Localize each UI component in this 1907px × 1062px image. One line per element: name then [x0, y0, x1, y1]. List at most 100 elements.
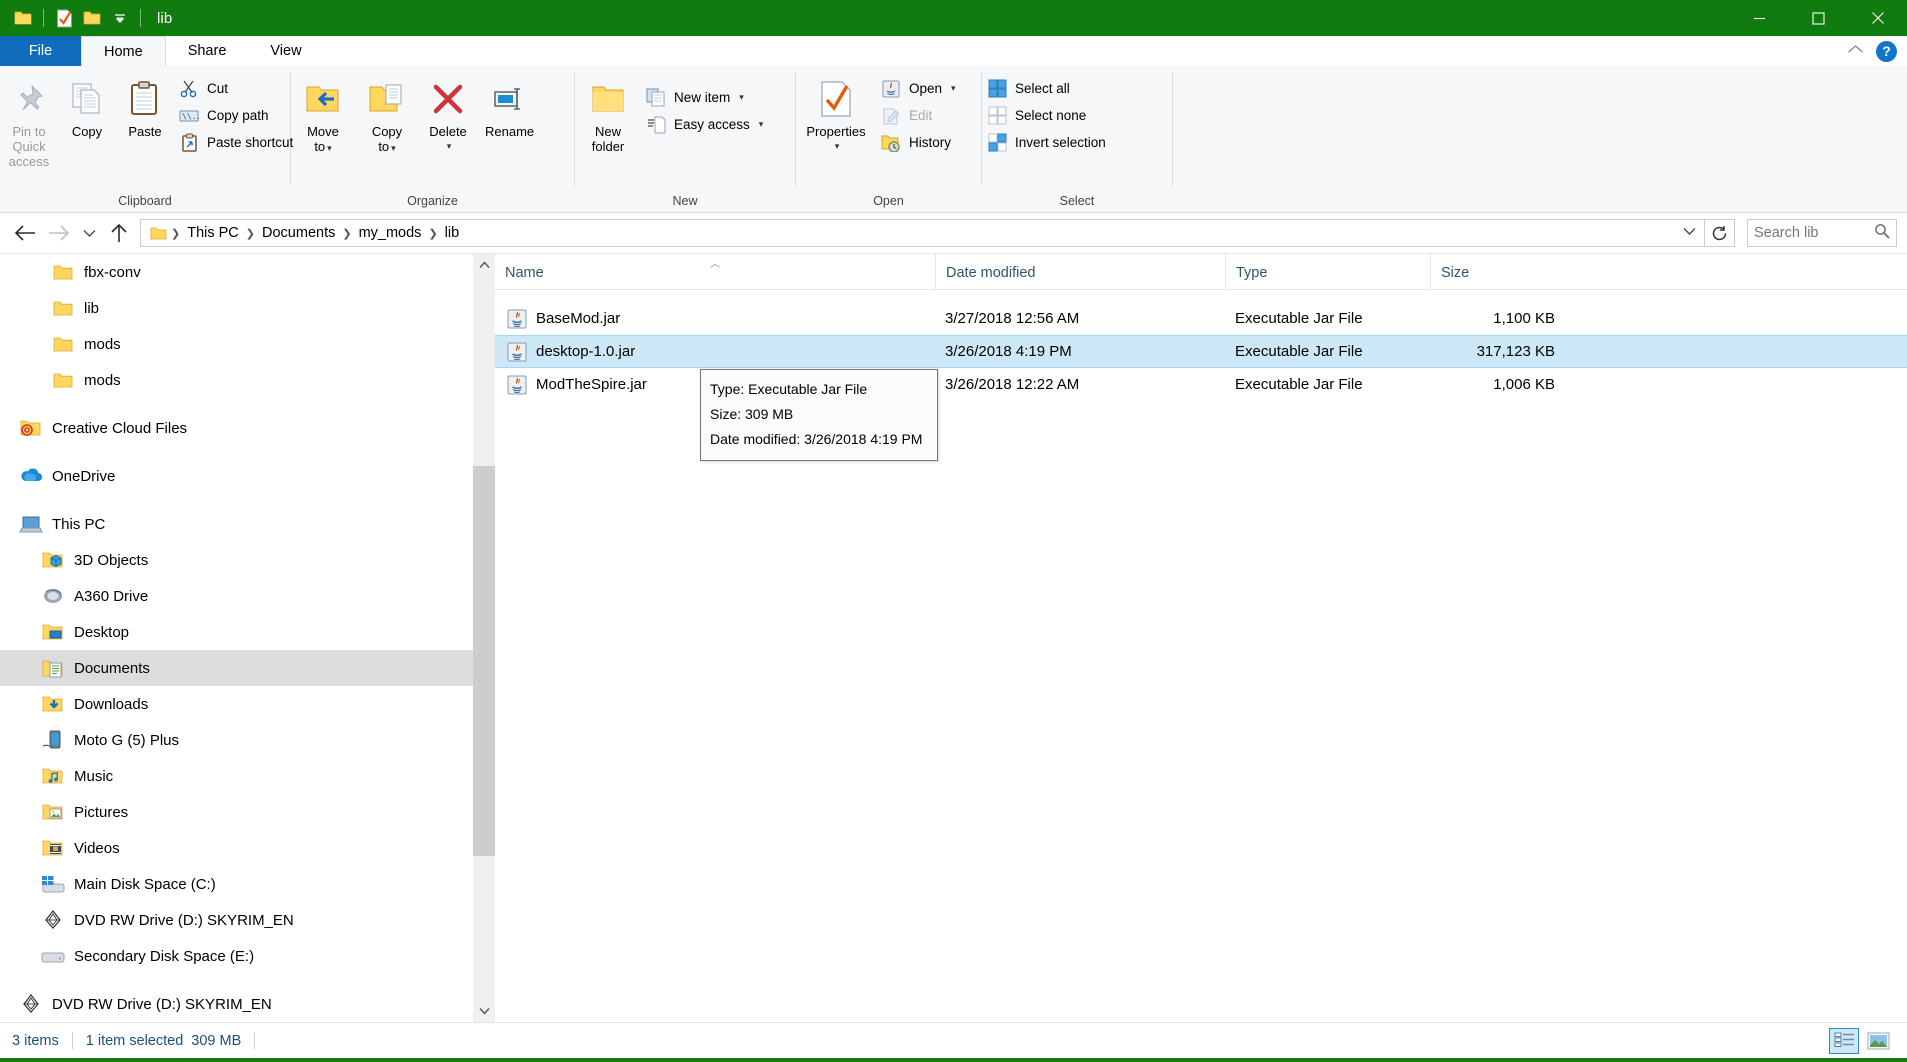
pin-to-quick-access-button[interactable]: Pin to Quick access: [0, 72, 58, 190]
copy-path-button[interactable]: \\.. Copy path: [174, 102, 301, 129]
open-button[interactable]: Open ▾: [876, 75, 964, 102]
ribbon-group-label-organize: Organize: [407, 194, 458, 208]
rename-label: Rename: [485, 124, 535, 139]
history-icon: [880, 132, 902, 154]
breadcrumb-bar[interactable]: ❯ This PC ❯ Documents ❯ my_mods ❯ lib: [140, 219, 1705, 247]
column-header-type[interactable]: Type: [1225, 254, 1430, 289]
recent-locations-chevron-icon[interactable]: [76, 216, 102, 250]
new-item-button[interactable]: New item ▾: [641, 84, 771, 111]
file-name-cell[interactable]: desktop-1.0.jar: [495, 342, 935, 362]
select-none-button[interactable]: Select none: [982, 102, 1114, 129]
sidebar-item-onedrive[interactable]: OneDrive: [0, 458, 495, 494]
move-to-caret-icon: ▾: [327, 143, 332, 153]
scroll-up-arrow-icon[interactable]: [473, 254, 495, 276]
sidebar-item-videos[interactable]: Videos: [0, 830, 495, 866]
qat-properties-check-icon[interactable]: [51, 5, 77, 31]
properties-button[interactable]: Properties ▾: [796, 72, 876, 190]
qat-folder-icon[interactable]: [10, 5, 36, 31]
delete-button[interactable]: Delete ▾: [419, 72, 477, 190]
history-button[interactable]: History: [876, 129, 964, 156]
java-jar-icon: [507, 342, 527, 362]
details-view-icon[interactable]: [1829, 1027, 1859, 1054]
breadcrumb-this-pc[interactable]: This PC: [181, 220, 245, 246]
pin-to-quick-access-label-1: Pin to Quick: [12, 124, 46, 154]
select-all-button[interactable]: Select all: [982, 75, 1114, 102]
cut-button[interactable]: Cut: [174, 75, 301, 102]
history-label: History: [909, 135, 952, 150]
column-header-name[interactable]: ︿ Name: [495, 254, 935, 289]
sidebar-item-fbx-conv[interactable]: fbx-conv: [0, 254, 495, 290]
edit-button[interactable]: Edit: [876, 102, 964, 129]
collapse-ribbon-chevron-up-icon[interactable]: [1847, 42, 1864, 60]
sidebar-item-mods[interactable]: mods: [0, 362, 495, 398]
paste-button[interactable]: Paste: [116, 72, 174, 190]
paste-shortcut-label: Paste shortcut: [207, 135, 294, 150]
sidebar-item-desktop[interactable]: Desktop: [0, 614, 495, 650]
large-icons-view-icon[interactable]: [1863, 1028, 1893, 1054]
sidebar-item-dvd-rw-drive-d-skyrim-en[interactable]: DVD RW Drive (D:) SKYRIM_EN: [0, 902, 495, 938]
breadcrumb-separator-2[interactable]: ❯: [341, 227, 352, 240]
refresh-icon[interactable]: [1705, 219, 1735, 247]
search-icon[interactable]: [1874, 223, 1890, 244]
up-arrow-icon[interactable]: [102, 216, 136, 250]
back-arrow-icon[interactable]: [8, 216, 42, 250]
column-header-size[interactable]: Size: [1430, 254, 1565, 289]
table-row[interactable]: BaseMod.jar 3/27/2018 12:56 AM Executable …: [495, 302, 1907, 335]
sidebar-item-downloads[interactable]: Downloads: [0, 686, 495, 722]
sidebar-item-label: Downloads: [74, 695, 149, 713]
rename-button[interactable]: Rename: [477, 72, 542, 190]
qat-new-folder-icon[interactable]: [79, 5, 105, 31]
close-button[interactable]: [1848, 0, 1907, 36]
sidebar-item-3d-objects[interactable]: 3D Objects: [0, 542, 495, 578]
sidebar-item-dvd-rw-drive-d-skyrim-en[interactable]: DVD RW Drive (D:) SKYRIM_EN: [0, 986, 495, 1022]
breadcrumb-lib[interactable]: lib: [439, 220, 466, 246]
qat-customize-chevron-icon[interactable]: [107, 5, 133, 31]
new-folder-button[interactable]: New folder: [575, 72, 641, 190]
minimize-button[interactable]: [1730, 0, 1789, 36]
sidebar-item-mods[interactable]: mods: [0, 326, 495, 362]
move-to-label-2: to ▾: [314, 139, 332, 154]
tab-view[interactable]: View: [248, 36, 323, 66]
tab-share[interactable]: Share: [166, 36, 249, 66]
search-box[interactable]: [1747, 219, 1897, 247]
sidebar-item-creative-cloud-files[interactable]: Creative Cloud Files: [0, 410, 495, 446]
copy-to-button[interactable]: Copy to ▾: [355, 72, 419, 190]
navigation-scroll-track[interactable]: [473, 276, 495, 1000]
properties-caret-icon: ▾: [834, 141, 840, 151]
navigation-scrollbar[interactable]: [473, 254, 495, 1022]
sidebar-item-main-disk-space-c[interactable]: Main Disk Space (C:): [0, 866, 495, 902]
paste-shortcut-button[interactable]: Paste shortcut: [174, 129, 301, 156]
search-input[interactable]: [1754, 225, 1874, 241]
breadcrumb-documents[interactable]: Documents: [256, 220, 341, 246]
breadcrumb-dropdown-chevron-down-icon[interactable]: [1676, 227, 1702, 239]
scroll-down-arrow-icon[interactable]: [473, 1000, 495, 1022]
easy-access-button[interactable]: Easy access ▾: [641, 111, 771, 138]
sidebar-item-music[interactable]: Music: [0, 758, 495, 794]
breadcrumb-separator-1[interactable]: ❯: [245, 227, 256, 240]
table-row[interactable]: desktop-1.0.jar 3/26/2018 4:19 PM Executab…: [495, 335, 1907, 368]
breadcrumb-my-mods[interactable]: my_mods: [353, 220, 428, 246]
navigation-scroll-thumb[interactable]: [473, 466, 495, 856]
column-header-date-modified[interactable]: Date modified: [935, 254, 1225, 289]
breadcrumb-separator-3[interactable]: ❯: [427, 227, 438, 240]
help-button[interactable]: ?: [1876, 40, 1897, 62]
tab-file[interactable]: File: [0, 36, 81, 66]
invert-selection-button[interactable]: Invert selection: [982, 129, 1114, 156]
copy-label: Copy: [71, 124, 103, 139]
forward-arrow-icon[interactable]: [42, 216, 76, 250]
sidebar-item-pictures[interactable]: Pictures: [0, 794, 495, 830]
quick-access-toolbar: lib: [0, 5, 172, 31]
sidebar-item-lib[interactable]: lib: [0, 290, 495, 326]
sidebar-item-secondary-disk-space-e[interactable]: Secondary Disk Space (E:): [0, 938, 495, 974]
sidebar-item-this-pc[interactable]: This PC: [0, 506, 495, 542]
copy-button[interactable]: Copy: [58, 72, 116, 190]
sidebar-item-documents[interactable]: Documents: [0, 650, 495, 686]
sidebar-item-a360-drive[interactable]: A360 Drive: [0, 578, 495, 614]
tab-home[interactable]: Home: [81, 36, 166, 66]
sidebar-item-moto-g-5-plus[interactable]: Moto G (5) Plus: [0, 722, 495, 758]
java-open-icon: [880, 78, 902, 100]
invert-selection-icon: [986, 132, 1008, 154]
move-to-button[interactable]: Move to ▾: [291, 72, 355, 190]
maximize-button[interactable]: [1789, 0, 1848, 36]
file-name-cell[interactable]: BaseMod.jar: [495, 309, 935, 329]
